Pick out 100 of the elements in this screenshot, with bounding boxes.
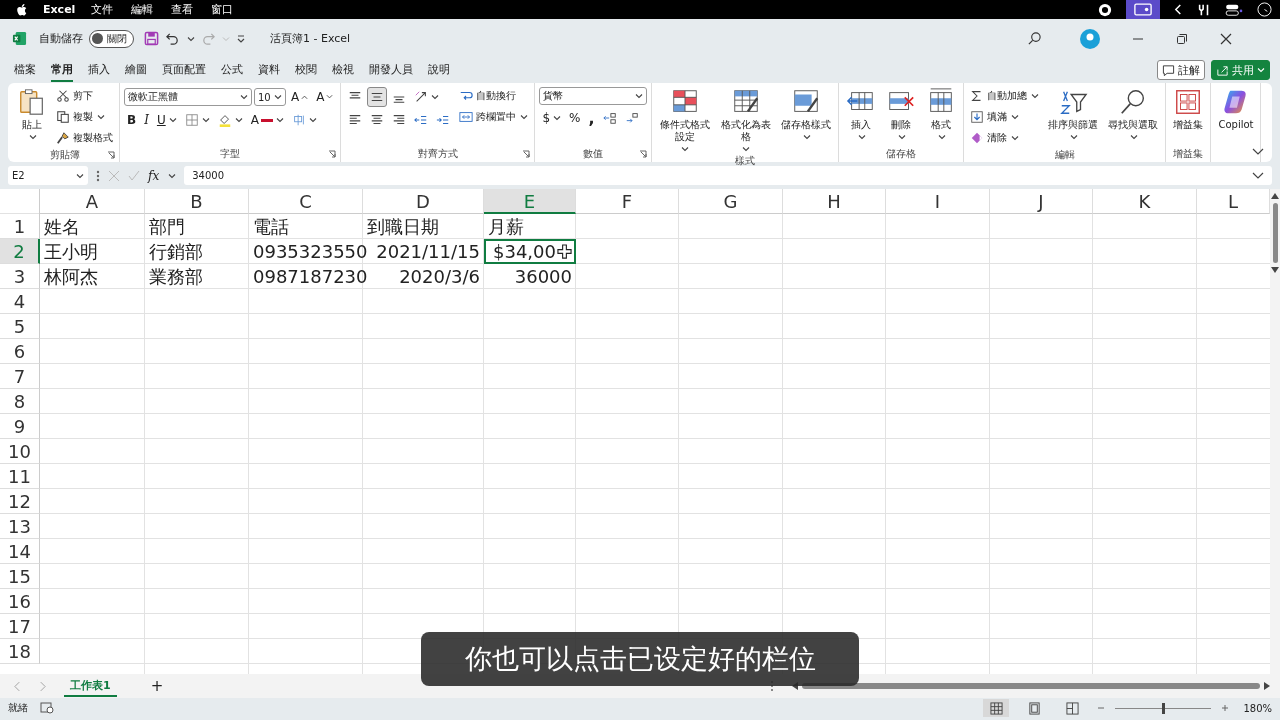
scrollbar-thumb[interactable] xyxy=(802,683,1260,689)
record-icon[interactable] xyxy=(1098,2,1112,17)
table-cell[interactable]: 月薪 xyxy=(484,214,576,239)
ribbon-button[interactable]: 剪下 xyxy=(54,87,95,105)
menu-item[interactable]: 文件 xyxy=(91,2,114,17)
row-header[interactable]: 7 xyxy=(0,364,40,389)
column-header[interactable]: J xyxy=(990,189,1093,214)
chevron-left-icon[interactable] xyxy=(1174,3,1183,16)
column-header[interactable]: E xyxy=(484,189,576,214)
dropdown-field[interactable]: 微軟正黑體 xyxy=(124,88,252,106)
formula-field[interactable]: 34000 xyxy=(184,166,1272,185)
column-header[interactable]: I xyxy=(886,189,990,214)
close-icon[interactable] xyxy=(1220,32,1232,45)
ribbon-button[interactable]: 刪除 xyxy=(883,85,920,142)
ribbon-tab[interactable]: 資料 xyxy=(258,58,280,82)
autosave-toggle[interactable]: 關閉 xyxy=(89,29,134,48)
column-header[interactable]: F xyxy=(576,189,679,214)
ribbon-button[interactable]: 尋找與選取 xyxy=(1105,85,1162,142)
row-header[interactable]: 12 xyxy=(0,489,40,514)
ribbon-tab[interactable]: 校閱 xyxy=(295,58,317,82)
toolbar-button[interactable]: A xyxy=(313,87,337,107)
row-header[interactable]: 4 xyxy=(0,289,40,314)
table-cell[interactable]: 林阿杰 xyxy=(40,264,145,289)
ribbon-button[interactable]: Copilot xyxy=(1215,85,1257,133)
dialog-launcher-icon[interactable] xyxy=(639,150,648,158)
row-header[interactable]: 15 xyxy=(0,564,40,589)
ribbon-button[interactable]: 填滿 xyxy=(968,108,1022,126)
column-header[interactable]: H xyxy=(783,189,886,214)
row-header[interactable]: 9 xyxy=(0,414,40,439)
insert-function-button[interactable]: fx xyxy=(148,168,160,183)
ribbon-button[interactable]: 條件式格式設定 xyxy=(656,85,714,154)
table-cell[interactable]: 36000 xyxy=(484,264,576,289)
menu-item[interactable]: 查看 xyxy=(171,2,194,17)
control-center-icon[interactable] xyxy=(1225,2,1243,17)
table-cell[interactable]: 到職日期 xyxy=(363,214,484,239)
table-cell[interactable]: 姓名 xyxy=(40,214,145,239)
ribbon-tab[interactable]: 繪圖 xyxy=(125,58,147,82)
table-cell[interactable]: 王小明 xyxy=(40,239,145,264)
zoom-slider-thumb[interactable] xyxy=(1162,702,1166,714)
avatar-icon[interactable] xyxy=(1080,28,1100,49)
dropdown-field[interactable]: 貨幣 xyxy=(539,87,648,105)
table-cell[interactable]: $34,00 xyxy=(484,239,576,264)
customize-toolbar-icon[interactable] xyxy=(236,33,246,44)
collapse-ribbon-icon[interactable] xyxy=(1252,148,1264,156)
screen-share-button[interactable] xyxy=(1126,0,1160,19)
row-header[interactable]: 5 xyxy=(0,314,40,339)
toolbar-button[interactable]: $ xyxy=(539,108,565,128)
scroll-up-icon[interactable] xyxy=(1271,193,1279,199)
view-button[interactable] xyxy=(983,699,1010,717)
ribbon-tab[interactable]: 開發人員 xyxy=(369,58,413,82)
apple-logo-icon[interactable] xyxy=(16,2,29,17)
expand-icon[interactable] xyxy=(1252,171,1264,180)
undo-icon[interactable] xyxy=(165,31,180,46)
menu-item[interactable]: 窗口 xyxy=(211,2,234,17)
toolbar-button[interactable]: B xyxy=(124,110,140,130)
row-header[interactable]: 16 xyxy=(0,589,40,614)
table-cell[interactable]: 電話 xyxy=(249,214,363,239)
ribbon-button[interactable]: 插入 xyxy=(843,85,880,142)
row-header[interactable]: 17 xyxy=(0,614,40,639)
ribbon-button[interactable]: 複製 xyxy=(54,108,107,126)
ribbon-tab[interactable]: 常用 xyxy=(51,58,73,82)
row-header[interactable]: 13 xyxy=(0,514,40,539)
more-icon[interactable] xyxy=(96,169,100,182)
ribbon-tab[interactable]: 頁面配置 xyxy=(162,58,206,82)
dropdown-field[interactable]: 10 xyxy=(254,88,286,106)
app-menu[interactable]: Excel xyxy=(43,3,76,16)
column-header[interactable]: A xyxy=(40,189,145,214)
comment-button[interactable]: 註解 xyxy=(1157,60,1205,80)
menu-item[interactable]: 編輯 xyxy=(131,2,154,17)
row-header[interactable]: 6 xyxy=(0,339,40,364)
accessibility-icon[interactable] xyxy=(40,702,54,714)
ribbon-tab[interactable]: 插入 xyxy=(88,58,110,82)
dialog-launcher-icon[interactable] xyxy=(107,151,115,159)
dialog-launcher-icon[interactable] xyxy=(328,150,337,158)
table-cell[interactable]: 行銷部 xyxy=(145,239,249,264)
add-sheet-button[interactable]: + xyxy=(150,677,164,695)
ribbon-tab[interactable]: 檢視 xyxy=(332,58,354,82)
column-header[interactable]: G xyxy=(679,189,783,214)
ribbon-button[interactable]: 清除 xyxy=(968,129,1022,147)
share-button[interactable]: 共用 xyxy=(1211,60,1270,80)
scroll-right-icon[interactable] xyxy=(1264,682,1270,690)
tools-icon[interactable] xyxy=(1197,2,1211,17)
row-header[interactable]: 18 xyxy=(0,639,40,664)
scrollbar-thumb[interactable] xyxy=(1272,203,1278,263)
ribbon-button[interactable]: 自動換行 xyxy=(457,87,519,105)
ribbon-button[interactable]: 自動加總 xyxy=(968,87,1042,105)
ribbon-button[interactable]: 貼上 xyxy=(14,85,50,142)
row-header[interactable]: 2 xyxy=(0,239,40,264)
ribbon-tab[interactable]: 檔案 xyxy=(14,58,36,82)
toolbar-button[interactable]: I xyxy=(141,110,152,130)
table-cell[interactable]: 部門 xyxy=(145,214,249,239)
scrollbar[interactable] xyxy=(1270,189,1280,674)
clock-icon[interactable] xyxy=(1257,2,1272,17)
row-header[interactable]: 10 xyxy=(0,439,40,464)
ribbon-button[interactable]: 複製格式 xyxy=(54,129,115,147)
toolbar-button[interactable]: A xyxy=(288,87,312,107)
scroll-down-icon[interactable] xyxy=(1271,267,1279,273)
ribbon-tab[interactable]: 公式 xyxy=(221,58,243,82)
save-icon[interactable] xyxy=(144,31,159,46)
zoom-in-icon[interactable] xyxy=(1221,704,1230,712)
